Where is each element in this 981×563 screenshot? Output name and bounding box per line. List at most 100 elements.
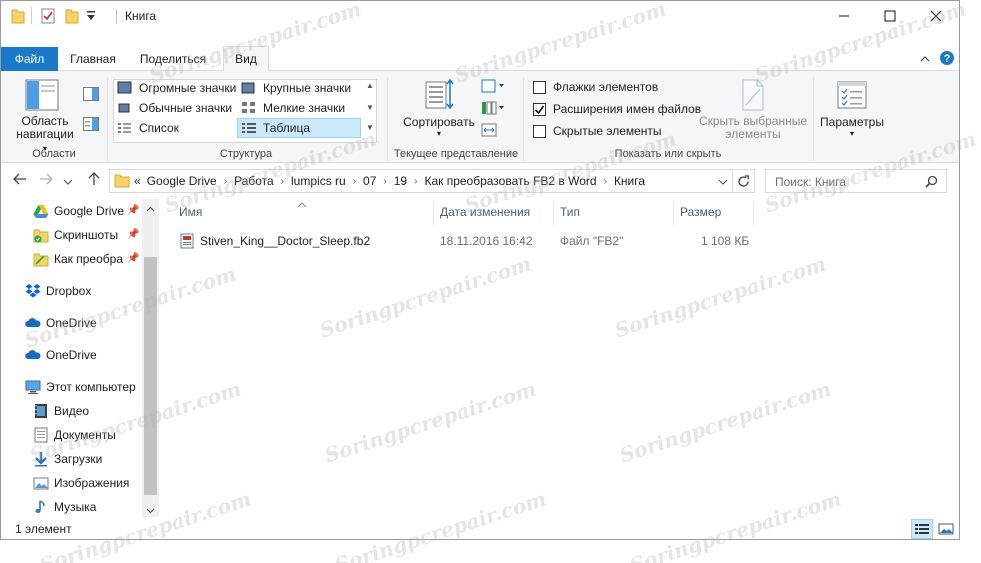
extra-large-icons-icon bbox=[117, 81, 133, 95]
breadcrumb-google-drive[interactable]: Google Drive bbox=[143, 174, 221, 188]
navigation-pane-button[interactable] bbox=[25, 79, 59, 111]
gallery-more-icon[interactable]: ▼ bbox=[366, 123, 374, 132]
nav-item-this-pc[interactable]: Этот компьютер bbox=[25, 376, 136, 398]
google-drive-icon bbox=[33, 203, 49, 219]
nav-item-pictures[interactable]: Изображения bbox=[33, 472, 129, 494]
pin-icon[interactable]: 📌 bbox=[127, 205, 139, 216]
nav-item-google-drive[interactable]: Google Drive bbox=[33, 200, 124, 222]
nav-item-dropbox[interactable]: Dropbox bbox=[25, 280, 91, 302]
search-icon[interactable] bbox=[925, 175, 938, 191]
item-checkboxes-toggle[interactable]: Флажки элементов bbox=[533, 80, 658, 94]
file-name[interactable]: Stiven_King__Doctor_Sleep.fb2 bbox=[200, 234, 370, 248]
size-columns-icon[interactable] bbox=[481, 123, 497, 140]
column-divider[interactable] bbox=[753, 201, 754, 225]
chevron-right-icon[interactable]: › bbox=[380, 176, 389, 187]
back-button[interactable] bbox=[13, 172, 27, 189]
pin-icon[interactable]: 📌 bbox=[127, 253, 139, 264]
tab-share[interactable]: Поделиться bbox=[127, 47, 219, 71]
help-icon[interactable]: ? bbox=[939, 50, 955, 69]
chevron-down-icon[interactable] bbox=[919, 51, 931, 70]
layout-large-icons[interactable]: Крупные значки bbox=[241, 81, 351, 95]
column-header-date[interactable]: Дата изменения bbox=[440, 205, 530, 229]
sort-button[interactable]: Сортировать ▾ bbox=[399, 115, 479, 138]
search-box[interactable]: Поиск: Книга bbox=[765, 169, 947, 193]
details-pane-icon[interactable] bbox=[83, 117, 99, 134]
file-extensions-checkbox[interactable] bbox=[533, 102, 546, 116]
address-history-icon[interactable] bbox=[718, 176, 728, 190]
breadcrumb-book[interactable]: Книга bbox=[610, 174, 649, 188]
item-checkboxes-checkbox[interactable] bbox=[533, 80, 546, 94]
chevron-right-icon[interactable]: › bbox=[601, 176, 610, 187]
nav-item-onedrive-2[interactable]: OneDrive bbox=[25, 344, 97, 366]
column-divider[interactable] bbox=[433, 201, 434, 225]
search-input[interactable]: Поиск: Книга bbox=[775, 175, 846, 189]
layout-extra-large-icons[interactable]: Огромные значки bbox=[117, 81, 236, 95]
tab-view[interactable]: Вид bbox=[223, 46, 269, 71]
nav-item-how-to-convert[interactable]: Как преобра bbox=[33, 248, 123, 270]
up-button[interactable] bbox=[87, 172, 101, 189]
gallery-scroll-up-icon[interactable]: ▲ bbox=[366, 81, 374, 90]
group-by-icon[interactable] bbox=[481, 79, 505, 96]
nav-item-downloads[interactable]: Загрузки bbox=[33, 448, 102, 470]
refresh-button[interactable] bbox=[732, 169, 754, 193]
chevron-right-icon[interactable]: › bbox=[411, 176, 420, 187]
details-view-icon bbox=[241, 121, 257, 135]
hide-selected-icon[interactable] bbox=[741, 79, 765, 114]
large-icons-view-button[interactable] bbox=[935, 519, 957, 539]
maximize-icon bbox=[884, 10, 896, 22]
nav-item-onedrive[interactable]: OneDrive bbox=[25, 312, 97, 334]
fb2-file-icon bbox=[179, 233, 195, 252]
tab-home[interactable]: Главная bbox=[63, 47, 123, 71]
properties-icon[interactable] bbox=[41, 8, 55, 27]
column-header-size[interactable]: Размер bbox=[680, 205, 721, 229]
hidden-items-toggle[interactable]: Скрытые элементы bbox=[533, 124, 662, 138]
layout-list[interactable]: Список bbox=[117, 121, 179, 135]
nav-item-screenshots[interactable]: Скриншоты bbox=[33, 224, 118, 246]
nav-item-music[interactable]: Музыка bbox=[33, 496, 96, 518]
scroll-up-icon[interactable] bbox=[146, 203, 155, 217]
options-icon[interactable] bbox=[837, 81, 867, 112]
tab-file[interactable]: Файл bbox=[1, 47, 58, 71]
forward-button[interactable] bbox=[39, 172, 53, 189]
address-bar[interactable]: « Google Drive › Работа › lumpics ru › 0… bbox=[109, 169, 755, 193]
file-extensions-toggle[interactable]: Расширения имен файлов bbox=[533, 102, 701, 116]
column-header-type[interactable]: Тип bbox=[560, 205, 580, 229]
hide-selected-button[interactable]: Скрыть выбранные элементы bbox=[695, 115, 811, 141]
chevron-right-icon[interactable]: › bbox=[221, 176, 230, 187]
nav-item-documents[interactable]: Документы bbox=[33, 424, 116, 446]
chevron-right-icon[interactable]: › bbox=[350, 176, 359, 187]
gallery-scroll-down-icon[interactable]: ▼ bbox=[366, 103, 374, 112]
nav-scrollbar-thumb[interactable] bbox=[144, 257, 157, 495]
details-view-button[interactable] bbox=[911, 519, 933, 539]
onedrive-icon bbox=[25, 347, 41, 363]
breadcrumb-19[interactable]: 19 bbox=[390, 174, 411, 188]
layout-details[interactable]: Таблица bbox=[241, 121, 310, 135]
minimize-button[interactable] bbox=[821, 1, 867, 31]
recent-locations-button[interactable] bbox=[63, 174, 73, 190]
breadcrumb-work[interactable]: Работа bbox=[230, 174, 278, 188]
column-divider[interactable] bbox=[553, 201, 554, 225]
breadcrumb-07[interactable]: 07 bbox=[359, 174, 380, 188]
nav-item-videos[interactable]: Видео bbox=[33, 400, 89, 422]
options-button[interactable]: Параметры ▾ bbox=[817, 115, 887, 138]
layout-small-icons[interactable]: Мелкие значки bbox=[241, 101, 345, 115]
hidden-items-checkbox[interactable] bbox=[533, 124, 546, 138]
breadcrumb-lumpics[interactable]: lumpics ru bbox=[287, 174, 350, 188]
window-title: Книга bbox=[125, 9, 157, 23]
new-folder-icon[interactable] bbox=[65, 8, 79, 27]
pin-icon[interactable]: 📌 bbox=[127, 229, 139, 240]
preview-pane-icon[interactable] bbox=[83, 87, 99, 104]
add-columns-icon[interactable] bbox=[481, 101, 505, 118]
scroll-down-icon[interactable] bbox=[146, 504, 155, 518]
layout-medium-icons[interactable]: Обычные значки bbox=[117, 101, 232, 115]
sort-icon[interactable] bbox=[425, 78, 455, 114]
breadcrumb-how-to-convert[interactable]: Как преобразовать FB2 в Word bbox=[420, 174, 600, 188]
chevron-right-icon[interactable]: › bbox=[278, 176, 287, 187]
maximize-button[interactable] bbox=[867, 1, 913, 31]
breadcrumb-overflow[interactable]: « bbox=[132, 174, 143, 188]
column-divider[interactable] bbox=[673, 201, 674, 225]
column-header-name[interactable]: Имя bbox=[179, 205, 202, 229]
list-view-icon bbox=[117, 121, 133, 135]
customize-toolbar-icon[interactable] bbox=[86, 10, 96, 25]
close-button[interactable] bbox=[913, 1, 959, 31]
